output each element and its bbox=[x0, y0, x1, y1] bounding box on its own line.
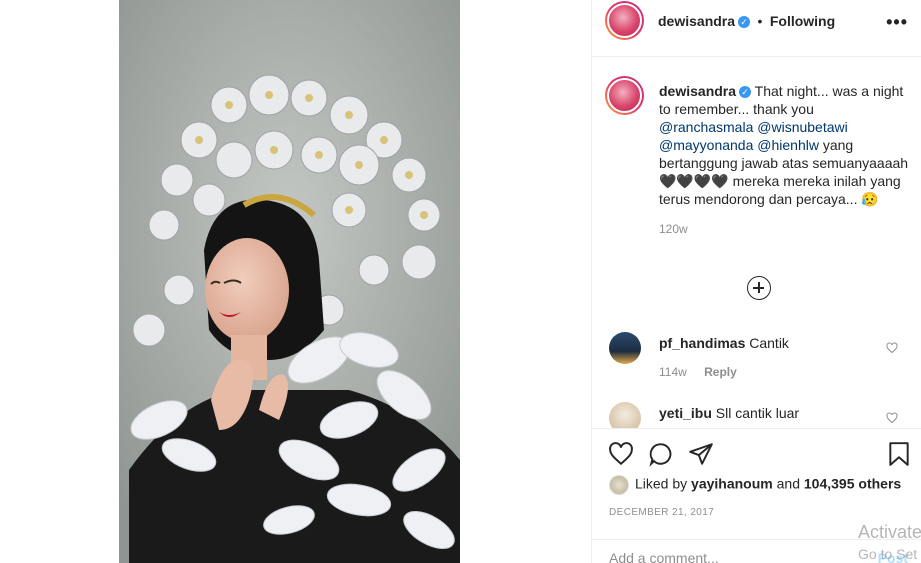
likes-prefix: Liked by bbox=[635, 475, 688, 492]
comment-text: Cantik bbox=[749, 335, 789, 351]
watermark-line1: Activate bbox=[858, 522, 921, 542]
share-icon[interactable] bbox=[688, 441, 714, 467]
caption-hearts: 🖤🖤🖤🖤 bbox=[659, 173, 729, 189]
likes-conjunction: and bbox=[776, 475, 800, 492]
comment-body: pf_handimas Cantik bbox=[659, 335, 789, 351]
watermark-line2: Go to Set bbox=[858, 546, 918, 562]
comment-body: yeti_ibu Sll cantik luar bbox=[659, 405, 799, 421]
activation-watermark: Activate Go to Set bbox=[858, 521, 921, 563]
comment-text: Sll cantik luar bbox=[715, 405, 800, 421]
caption-emoji: 😥 bbox=[861, 191, 879, 207]
comment-time[interactable]: 114w bbox=[659, 365, 687, 379]
header-user-line: dewisandra ✓ • Following bbox=[658, 13, 835, 31]
add-comment-input[interactable]: Add a comment... bbox=[609, 550, 719, 563]
likes-others-link[interactable]: 104,395 others bbox=[804, 476, 901, 492]
post-details-panel: dewisandra ✓ • Following ••• dewisandra ✓ … bbox=[591, 0, 921, 563]
more-options-icon[interactable]: ••• bbox=[886, 12, 908, 33]
verified-badge-icon: ✓ bbox=[739, 86, 752, 99]
caption-username[interactable]: dewisandra bbox=[659, 83, 736, 99]
post-header: dewisandra ✓ • Following ••• bbox=[592, 0, 921, 57]
post-media-area bbox=[0, 0, 591, 563]
post-photo-illustration bbox=[119, 0, 460, 563]
comment-like-heart-icon[interactable] bbox=[886, 342, 898, 354]
author-username[interactable]: dewisandra bbox=[658, 13, 735, 29]
post-photo[interactable] bbox=[119, 0, 460, 563]
likes-summary: Liked by yayihanoum and 104,395 others bbox=[609, 475, 901, 495]
commenter-username[interactable]: yeti_ibu bbox=[659, 405, 712, 421]
reply-button[interactable]: Reply bbox=[704, 365, 737, 379]
mention-link[interactable]: @ranchasmala bbox=[659, 119, 753, 135]
mention-link[interactable]: @mayyonanda bbox=[659, 137, 753, 153]
separator-dot: • bbox=[757, 13, 763, 29]
heart-icon[interactable] bbox=[608, 441, 634, 467]
caption-time[interactable]: 120w bbox=[659, 220, 909, 238]
following-button[interactable]: Following bbox=[770, 13, 835, 29]
liker-avatar[interactable] bbox=[609, 475, 629, 495]
mention-link[interactable]: @wisnubetawi bbox=[757, 119, 847, 135]
caption-text: dewisandra ✓ That night... was a night to… bbox=[659, 82, 909, 238]
commenter-avatar[interactable] bbox=[609, 332, 641, 364]
verified-badge-icon: ✓ bbox=[738, 15, 751, 28]
comment-icon[interactable] bbox=[648, 441, 674, 467]
add-circle-icon[interactable] bbox=[747, 276, 771, 300]
liker-username[interactable]: yayihanoum bbox=[691, 476, 773, 492]
mention-link[interactable]: @hienhlw bbox=[757, 137, 819, 153]
post-date[interactable]: DECEMBER 21, 2017 bbox=[609, 507, 714, 518]
comment-meta: 114w Reply bbox=[659, 365, 737, 379]
commenter-username[interactable]: pf_handimas bbox=[659, 335, 745, 351]
caption-avatar[interactable] bbox=[605, 76, 644, 115]
comment-like-heart-icon[interactable] bbox=[886, 412, 898, 424]
author-avatar[interactable] bbox=[605, 1, 644, 40]
bookmark-icon[interactable] bbox=[886, 441, 912, 467]
